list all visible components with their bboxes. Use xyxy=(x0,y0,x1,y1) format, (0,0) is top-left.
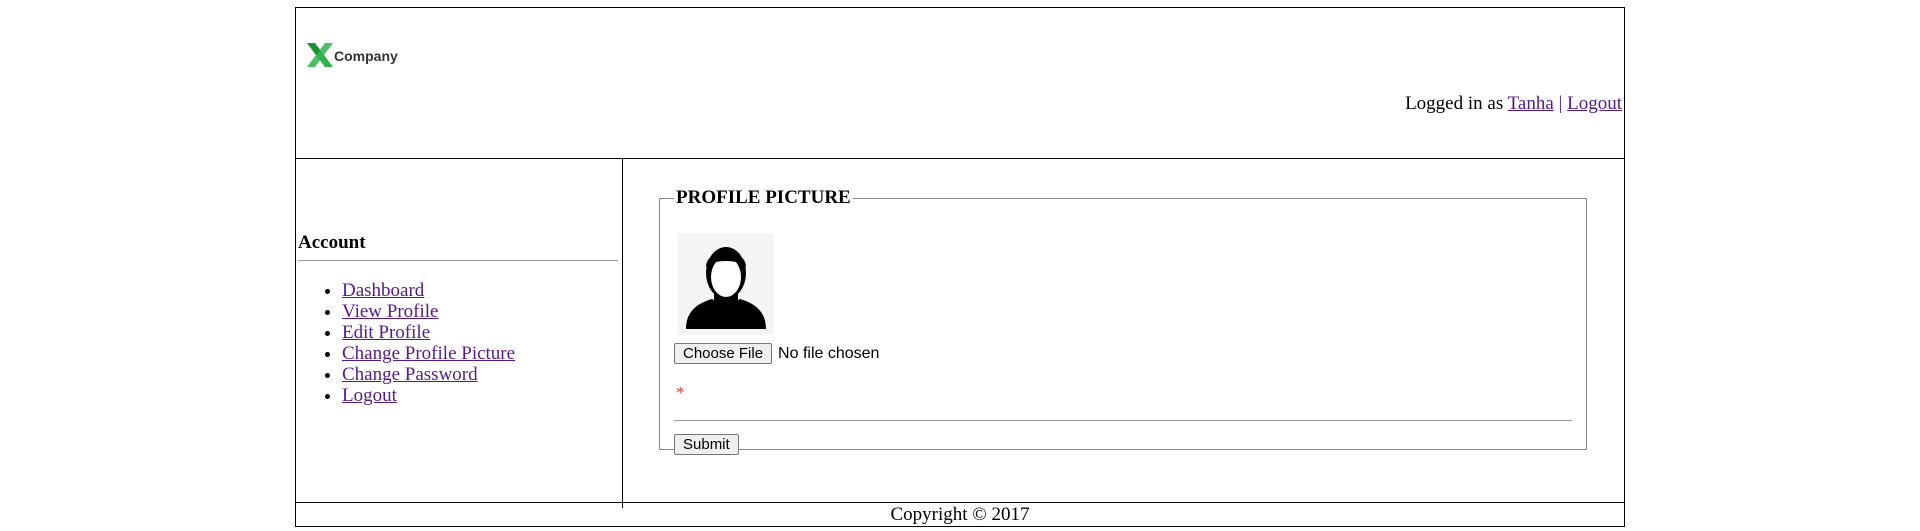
sidebar-item-view-profile: View Profile xyxy=(342,301,515,322)
profile-picture-fieldset: PROFILE PICTURE Choose File No file chos… xyxy=(659,187,1587,455)
sidebar-item-change-password: Change Password xyxy=(342,364,515,385)
sidebar: Account Dashboard View Profile Edit Prof… xyxy=(296,159,623,508)
footer: Copyright © 2017 xyxy=(296,502,1624,527)
sidebar-menu: Dashboard View Profile Edit Profile Chan… xyxy=(296,280,515,406)
sidebar-divider xyxy=(298,260,618,261)
file-input-row: Choose File No file chosen xyxy=(674,343,879,364)
username-link[interactable]: Tanha xyxy=(1508,93,1554,114)
user-avatar-icon xyxy=(678,233,774,335)
sidebar-item-dashboard: Dashboard xyxy=(342,280,515,301)
sidebar-link-edit-profile[interactable]: Edit Profile xyxy=(342,322,430,343)
sidebar-heading: Account xyxy=(298,232,366,253)
sidebar-item-edit-profile: Edit Profile xyxy=(342,322,515,343)
file-status: No file chosen xyxy=(778,344,880,362)
choose-file-button[interactable]: Choose File xyxy=(674,343,773,364)
sidebar-item-change-profile-picture: Change Profile Picture xyxy=(342,343,515,364)
sidebar-link-change-password[interactable]: Change Password xyxy=(342,364,478,385)
header: Company Logged in as Tanha | Logout xyxy=(296,8,1624,159)
company-logo[interactable]: Company xyxy=(306,40,398,70)
fieldset-legend: PROFILE PICTURE xyxy=(676,187,851,208)
copyright-text: Copyright © 2017 xyxy=(890,504,1030,525)
sidebar-link-logout[interactable]: Logout xyxy=(342,385,397,406)
submit-button[interactable]: Submit xyxy=(674,434,739,455)
sidebar-link-change-profile-picture[interactable]: Change Profile Picture xyxy=(342,343,515,364)
logo-text: Company xyxy=(334,48,398,64)
header-logout-link[interactable]: Logout xyxy=(1567,93,1622,114)
sidebar-link-view-profile[interactable]: View Profile xyxy=(342,301,438,322)
page-frame: Company Logged in as Tanha | Logout Acco… xyxy=(295,7,1625,527)
sidebar-item-logout: Logout xyxy=(342,385,515,406)
sidebar-link-dashboard[interactable]: Dashboard xyxy=(342,280,424,301)
separator: | xyxy=(1558,93,1563,114)
main-content: PROFILE PICTURE Choose File No file chos… xyxy=(623,159,1624,508)
form-divider xyxy=(674,420,1572,421)
logged-in-label: Logged in as xyxy=(1405,93,1504,114)
x-logo-icon xyxy=(307,43,333,67)
submit-wrap: Submit xyxy=(674,434,739,455)
login-info: Logged in as Tanha | Logout xyxy=(1405,93,1622,115)
required-marker: * xyxy=(676,383,685,402)
